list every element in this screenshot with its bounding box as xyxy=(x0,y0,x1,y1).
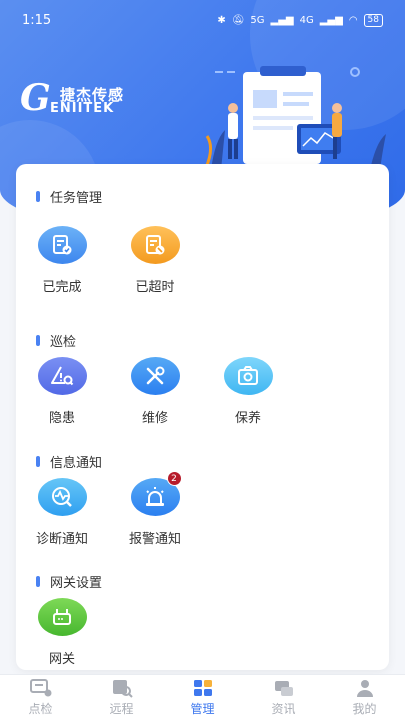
camera-icon xyxy=(223,357,273,395)
status-bar: 1:15 ✱ 🔕︎ 5G ▂▄▆ 4G ▂▄▆ ◠ 58 xyxy=(0,0,405,40)
signal-icon: ▂▄▆ xyxy=(270,14,294,26)
mute-bell-icon: 🔕︎ xyxy=(231,14,245,26)
section-title-label: 巡检 xyxy=(50,335,77,350)
gateway-button[interactable]: 网关 xyxy=(22,598,102,667)
network-5g-label: 5G xyxy=(250,14,265,26)
bluetooth-icon: ✱ xyxy=(217,14,226,26)
signal-icon-2: ▂▄▆ xyxy=(319,14,343,26)
hazard-button[interactable]: 隐患 xyxy=(22,357,102,426)
brand-name-en: ENIITEK xyxy=(50,101,115,116)
news-tab-icon xyxy=(274,681,293,696)
diagnosis-notice-button[interactable]: 诊断通知 xyxy=(22,478,102,547)
network-4g-label: 4G xyxy=(299,14,314,26)
section-patrol: 巡检 xyxy=(36,331,76,350)
tab-management[interactable]: 管理 xyxy=(162,675,243,720)
timeout-document-icon xyxy=(130,226,180,264)
section-title-label: 信息通知 xyxy=(50,456,103,471)
maintenance-button[interactable]: 保养 xyxy=(208,357,288,426)
inspection-tab-icon xyxy=(29,679,51,697)
router-icon xyxy=(37,598,87,636)
alarm-count-badge: 2 xyxy=(166,471,182,486)
warning-search-icon xyxy=(37,357,87,395)
section-title-label: 网关设置 xyxy=(50,576,103,591)
alarm-light-icon: 2 xyxy=(130,471,182,516)
section-notifications: 信息通知 xyxy=(36,452,102,471)
battery-indicator: 58 xyxy=(363,13,383,27)
alarm-notice-button[interactable]: 2 报警通知 xyxy=(115,471,195,547)
status-time: 1:15 xyxy=(22,12,52,28)
header-illustration xyxy=(205,66,386,170)
repair-button[interactable]: 维修 xyxy=(115,357,195,426)
profile-tab-icon xyxy=(356,680,373,697)
section-title-label: 任务管理 xyxy=(50,191,103,206)
wifi-icon: ◠ xyxy=(348,14,358,26)
tab-remote[interactable]: 远程 xyxy=(81,675,162,720)
bottom-tab-bar: 点检 远程 管理 资讯 我的 xyxy=(0,674,405,720)
diagnosis-wave-icon xyxy=(37,478,87,516)
timeout-tasks-button[interactable]: 已超时 xyxy=(115,226,195,295)
brand-letter: G xyxy=(20,77,51,119)
section-gateway: 网关设置 xyxy=(36,572,102,591)
function-panel: 任务管理 已完成 已超时 巡检 隐患 维修 保养 信息通知 诊断通知 2 报警通… xyxy=(16,164,389,670)
check-document-icon xyxy=(37,226,87,264)
tab-profile[interactable]: 我的 xyxy=(324,675,405,720)
completed-tasks-button[interactable]: 已完成 xyxy=(22,226,102,295)
brand-logo: G 捷杰传感 ENIITEK xyxy=(20,78,142,118)
tab-inspection[interactable]: 点检 xyxy=(0,675,81,720)
remote-tab-icon xyxy=(112,680,133,698)
section-task-management: 任务管理 xyxy=(36,187,102,206)
tab-news[interactable]: 资讯 xyxy=(243,675,324,720)
wrench-screwdriver-icon xyxy=(130,357,180,395)
management-tab-icon xyxy=(193,680,212,696)
